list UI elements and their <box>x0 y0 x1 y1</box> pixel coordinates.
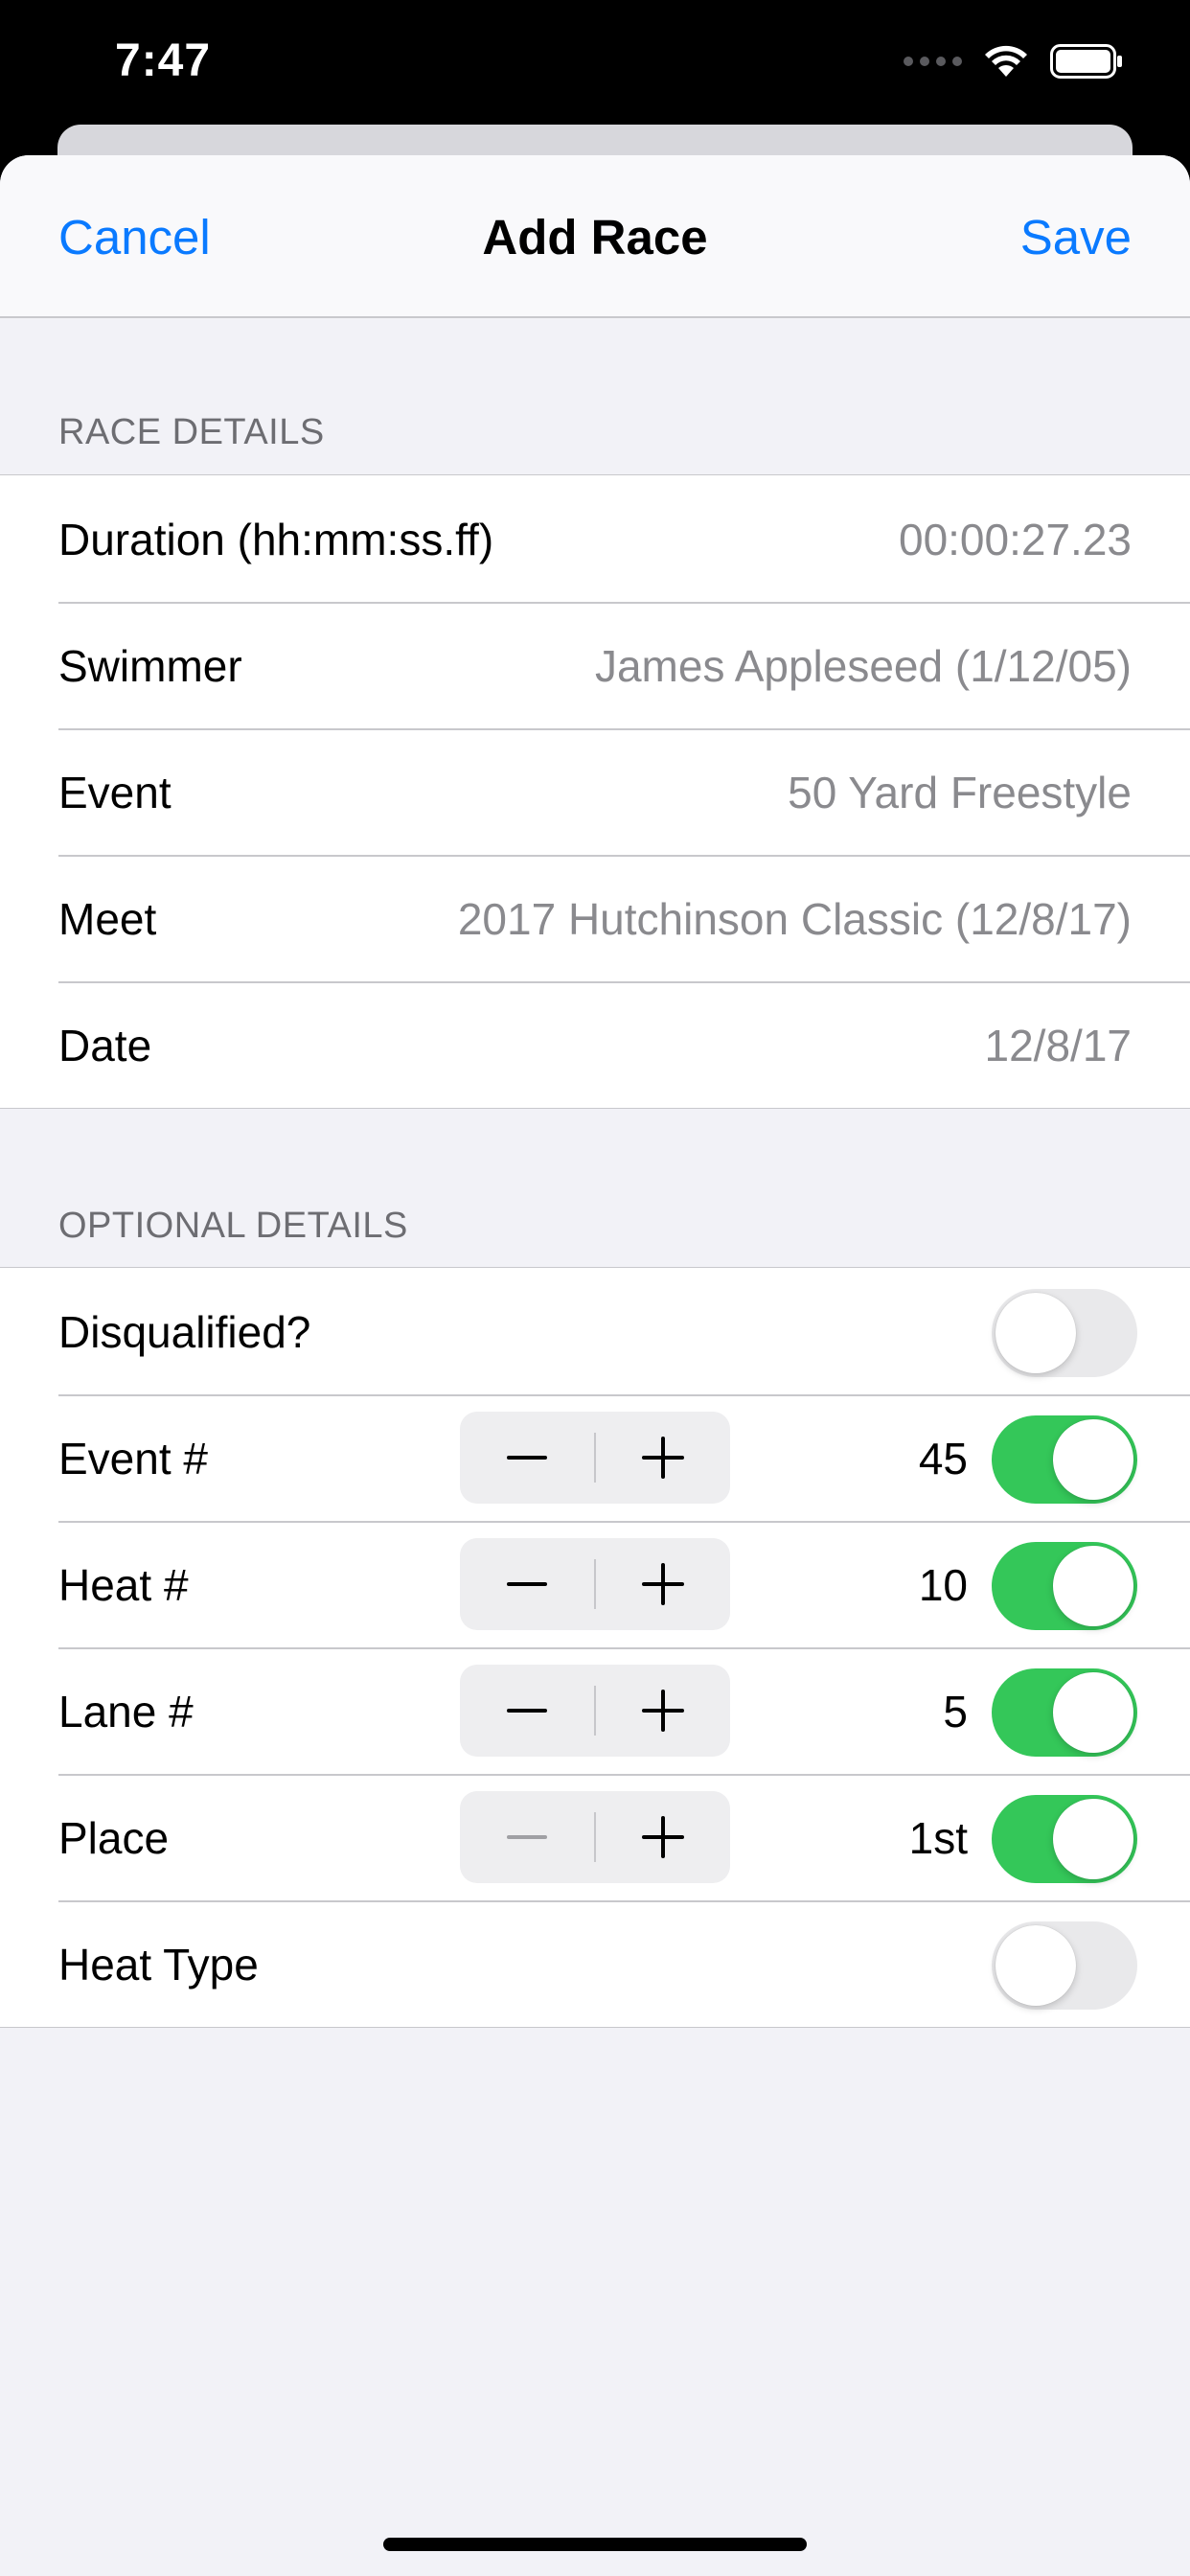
meet-label: Meet <box>58 894 157 944</box>
minus-icon <box>507 1709 547 1713</box>
place-label: Place <box>58 1813 170 1863</box>
status-time: 7:47 <box>115 35 212 86</box>
heat-type-toggle[interactable] <box>992 1921 1137 2010</box>
minus-icon <box>507 1456 547 1460</box>
navigation-bar: Cancel Add Race Save <box>0 155 1190 318</box>
minus-icon <box>507 1582 547 1586</box>
date-label: Date <box>58 1021 152 1070</box>
heat-number-row: Heat # 10 <box>0 1521 1190 1647</box>
event-value[interactable]: 50 Yard Freestyle <box>788 767 1132 818</box>
heat-number-stepper <box>460 1538 730 1630</box>
event-row[interactable]: Event 50 Yard Freestyle <box>0 728 1190 855</box>
lane-number-value: 5 <box>943 1687 968 1736</box>
swimmer-label: Swimmer <box>58 641 242 691</box>
place-toggle[interactable] <box>992 1795 1137 1883</box>
heat-number-value: 10 <box>918 1560 968 1610</box>
swimmer-row[interactable]: Swimmer James Appleseed (1/12/05) <box>0 602 1190 728</box>
plus-icon <box>642 1816 684 1858</box>
lane-number-label: Lane # <box>58 1687 194 1736</box>
event-number-toggle[interactable] <box>992 1415 1137 1504</box>
place-row: Place 1st <box>0 1774 1190 1900</box>
date-row[interactable]: Date 12/8/17 <box>0 981 1190 1108</box>
lane-number-decrement-button[interactable] <box>460 1665 594 1757</box>
duration-value[interactable]: 00:00:27.23 <box>899 514 1132 565</box>
disqualified-row: Disqualified? <box>0 1268 1190 1394</box>
disqualified-toggle[interactable] <box>992 1289 1137 1377</box>
event-number-increment-button[interactable] <box>596 1412 730 1504</box>
battery-icon <box>1050 44 1122 79</box>
duration-label: Duration (hh:mm:ss.ff) <box>58 515 494 564</box>
event-number-stepper <box>460 1412 730 1504</box>
place-value: 1st <box>908 1813 968 1863</box>
page-title: Add Race <box>482 210 708 264</box>
event-number-value: 45 <box>918 1434 968 1484</box>
heat-type-label: Heat Type <box>58 1940 259 1990</box>
heat-number-decrement-button[interactable] <box>460 1538 594 1630</box>
wifi-icon <box>985 45 1027 77</box>
plus-icon <box>642 1690 684 1732</box>
disqualified-label: Disqualified? <box>58 1307 311 1357</box>
section-header-race-details: RACE DETAILS <box>58 412 325 452</box>
heat-number-label: Heat # <box>58 1560 189 1610</box>
status-bar: 7:47 <box>0 0 1190 134</box>
lane-number-toggle[interactable] <box>992 1668 1137 1757</box>
heat-number-toggle[interactable] <box>992 1542 1137 1630</box>
event-number-label: Event # <box>58 1434 208 1484</box>
meet-row[interactable]: Meet 2017 Hutchinson Classic (12/8/17) <box>0 855 1190 981</box>
event-number-row: Event # 45 <box>0 1394 1190 1521</box>
home-indicator[interactable] <box>383 2538 807 2551</box>
place-decrement-button[interactable] <box>460 1791 594 1883</box>
place-increment-button[interactable] <box>596 1791 730 1883</box>
event-number-decrement-button[interactable] <box>460 1412 594 1504</box>
signal-dots-icon <box>904 57 962 66</box>
heat-type-row: Heat Type <box>0 1900 1190 2027</box>
event-label: Event <box>58 768 172 817</box>
race-details-group: Duration (hh:mm:ss.ff) 00:00:27.23 Swimm… <box>0 474 1190 1109</box>
plus-icon <box>642 1437 684 1479</box>
date-value[interactable]: 12/8/17 <box>985 1020 1132 1071</box>
lane-number-increment-button[interactable] <box>596 1665 730 1757</box>
plus-icon <box>642 1563 684 1605</box>
lane-number-stepper <box>460 1665 730 1757</box>
lane-number-row: Lane # 5 <box>0 1647 1190 1774</box>
heat-number-increment-button[interactable] <box>596 1538 730 1630</box>
section-header-optional-details: OPTIONAL DETAILS <box>58 1206 408 1246</box>
place-stepper <box>460 1791 730 1883</box>
optional-details-group: Disqualified? Event # 45 Heat # 10 Lane … <box>0 1267 1190 2028</box>
swimmer-value[interactable]: James Appleseed (1/12/05) <box>595 640 1132 692</box>
add-race-sheet: Cancel Add Race Save RACE DETAILS Durati… <box>0 155 1190 2576</box>
minus-icon <box>507 1835 547 1839</box>
meet-value[interactable]: 2017 Hutchinson Classic (12/8/17) <box>458 893 1132 945</box>
duration-row[interactable]: Duration (hh:mm:ss.ff) 00:00:27.23 <box>0 475 1190 602</box>
save-button[interactable]: Save <box>1020 209 1132 265</box>
status-icons <box>904 44 1123 79</box>
